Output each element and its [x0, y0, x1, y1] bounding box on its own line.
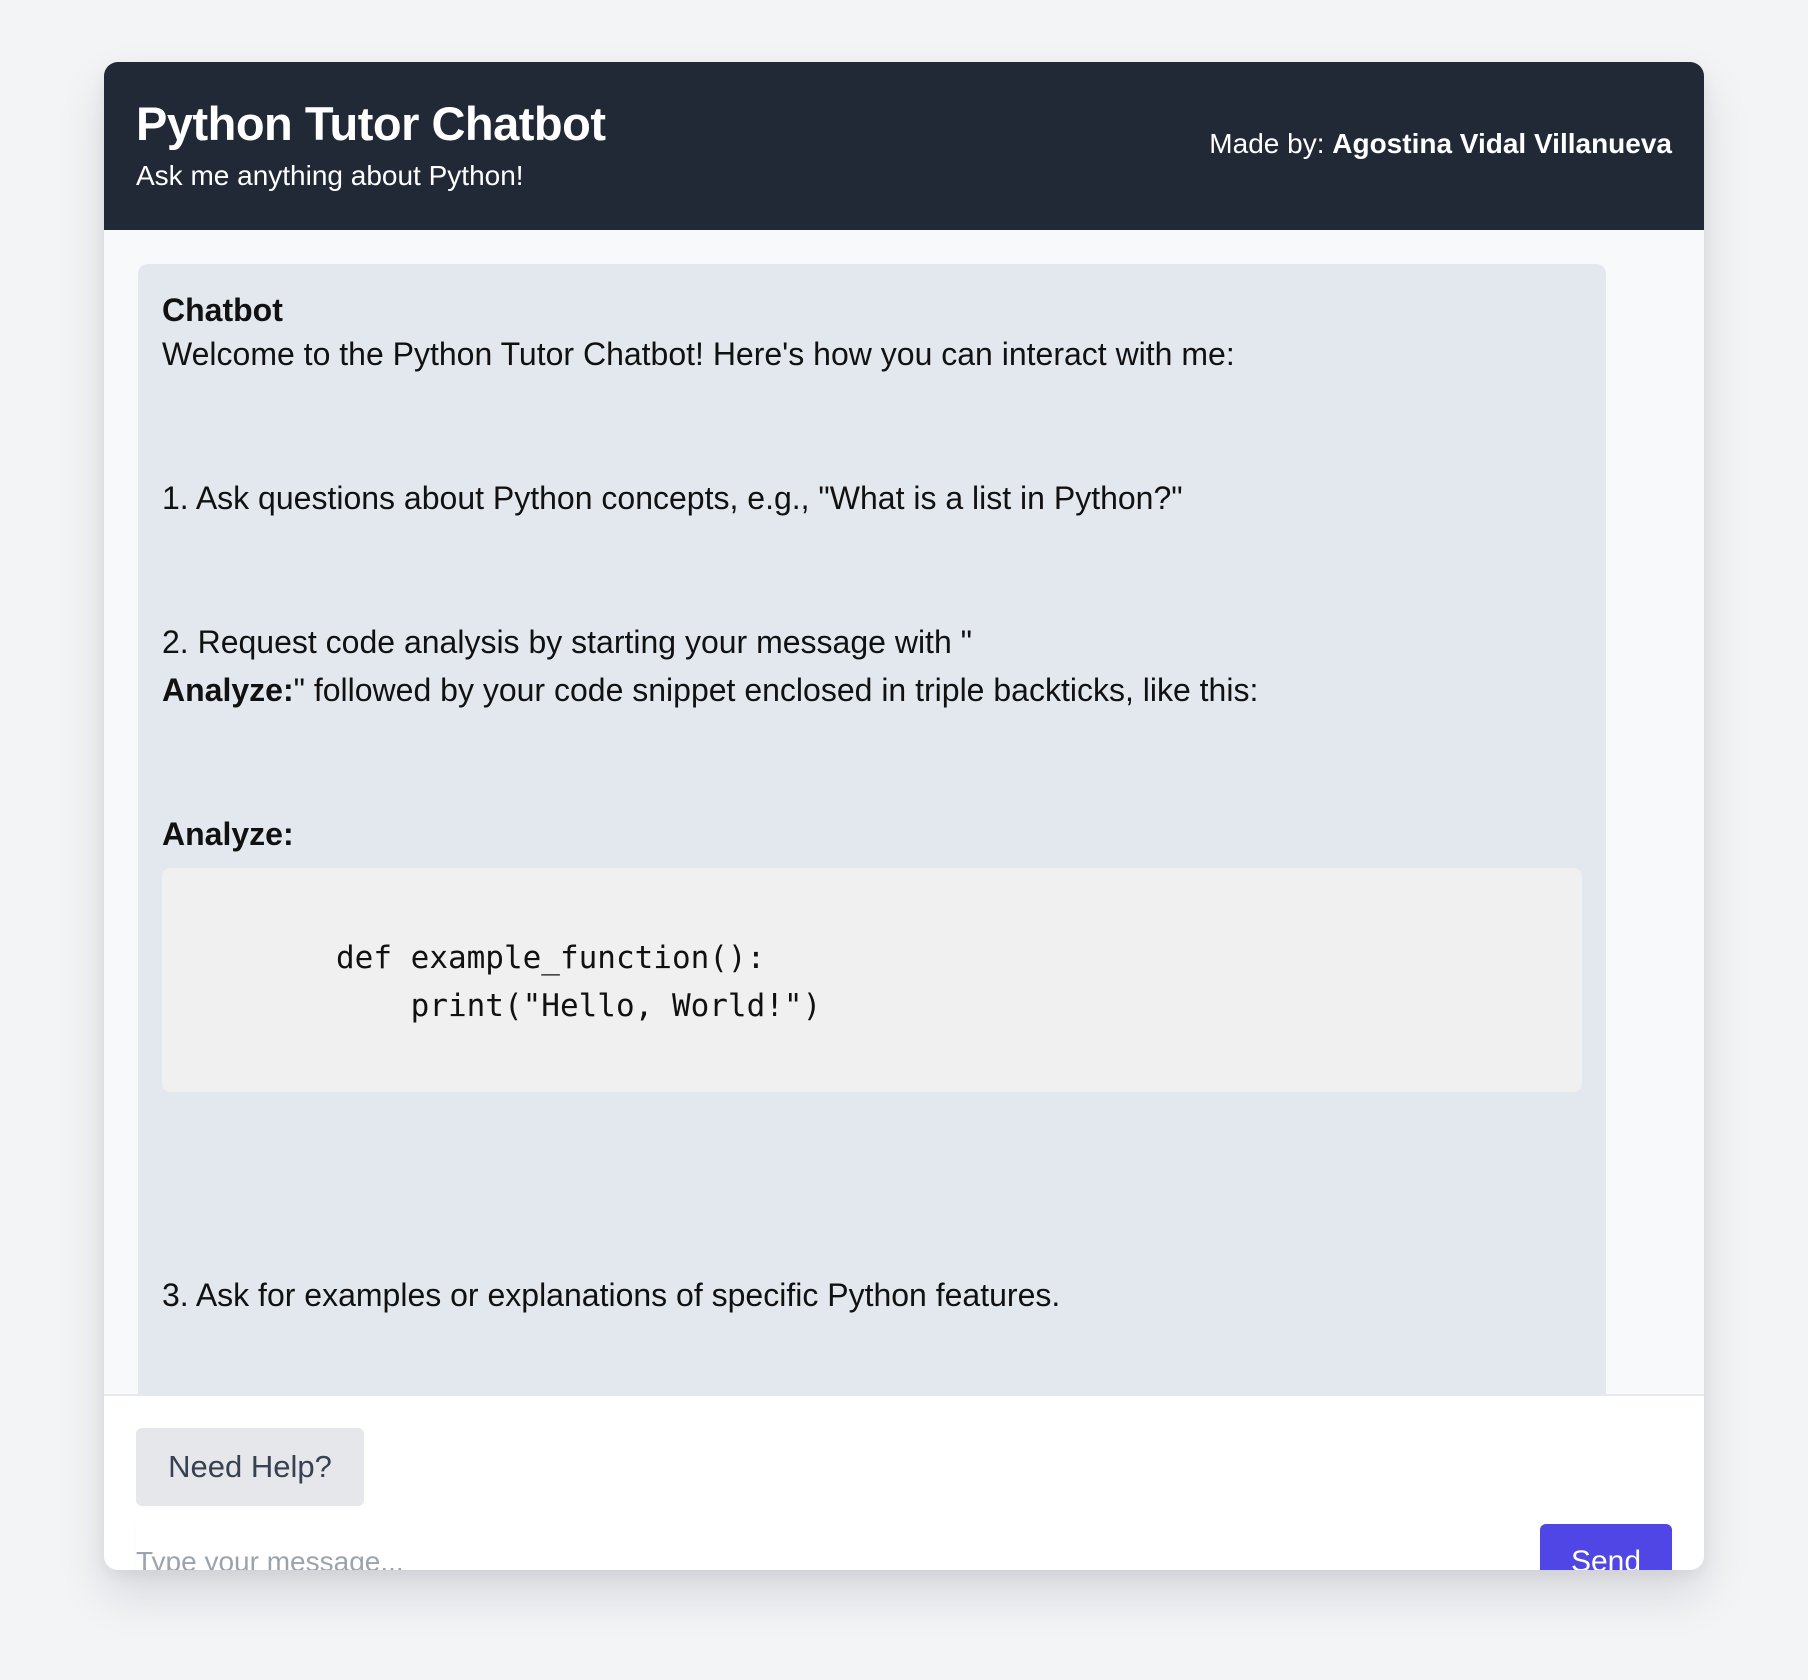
message-spacing	[162, 714, 1582, 810]
message-spacing	[162, 1123, 1582, 1271]
message-composer: Send	[136, 1524, 1672, 1570]
author-name: Agostina Vidal Villanueva	[1332, 128, 1672, 159]
page-title: Python Tutor Chatbot	[136, 97, 606, 150]
instruction-item-3: 3. Ask for examples or explanations of s…	[162, 1277, 1061, 1313]
send-button[interactable]: Send	[1540, 1524, 1672, 1570]
code-snippet: def example_function(): print("Hello, Wo…	[162, 868, 1582, 1092]
message-spacing	[162, 522, 1582, 618]
example-label: Analyze:	[162, 810, 1582, 858]
author-credit-prefix: Made by:	[1209, 128, 1333, 159]
chat-controls: Need Help? Send	[104, 1396, 1704, 1570]
instruction-item-2-line-2: Analyze:" followed by your code snippet …	[162, 666, 1582, 714]
example-analyze-keyword: Analyze:	[162, 816, 294, 852]
chatbot-header: Python Tutor Chatbot Ask me anything abo…	[104, 62, 1704, 230]
message-sender: Chatbot	[162, 292, 283, 328]
chatbot-message: Chatbot Welcome to the Python Tutor Chat…	[138, 264, 1606, 1394]
page-subtitle: Ask me anything about Python!	[136, 160, 524, 191]
chat-history[interactable]: Chatbot Welcome to the Python Tutor Chat…	[104, 230, 1704, 1396]
message-spacing	[162, 378, 1582, 474]
instruction-item-1: 1. Ask questions about Python concepts, …	[162, 480, 1183, 516]
instruction-item-2-continuation: " followed by your code snippet enclosed…	[293, 672, 1259, 708]
need-help-button[interactable]: Need Help?	[136, 1428, 364, 1506]
chatbot-app: Python Tutor Chatbot Ask me anything abo…	[104, 62, 1704, 1570]
instruction-item-2-line-1: 2. Request code analysis by starting you…	[162, 624, 972, 660]
message-input[interactable]	[136, 1524, 1540, 1570]
author-credit: Made by: Agostina Vidal Villanueva	[1209, 126, 1672, 162]
analyze-keyword: Analyze:	[162, 672, 294, 708]
welcome-text: Welcome to the Python Tutor Chatbot! Her…	[162, 336, 1235, 372]
